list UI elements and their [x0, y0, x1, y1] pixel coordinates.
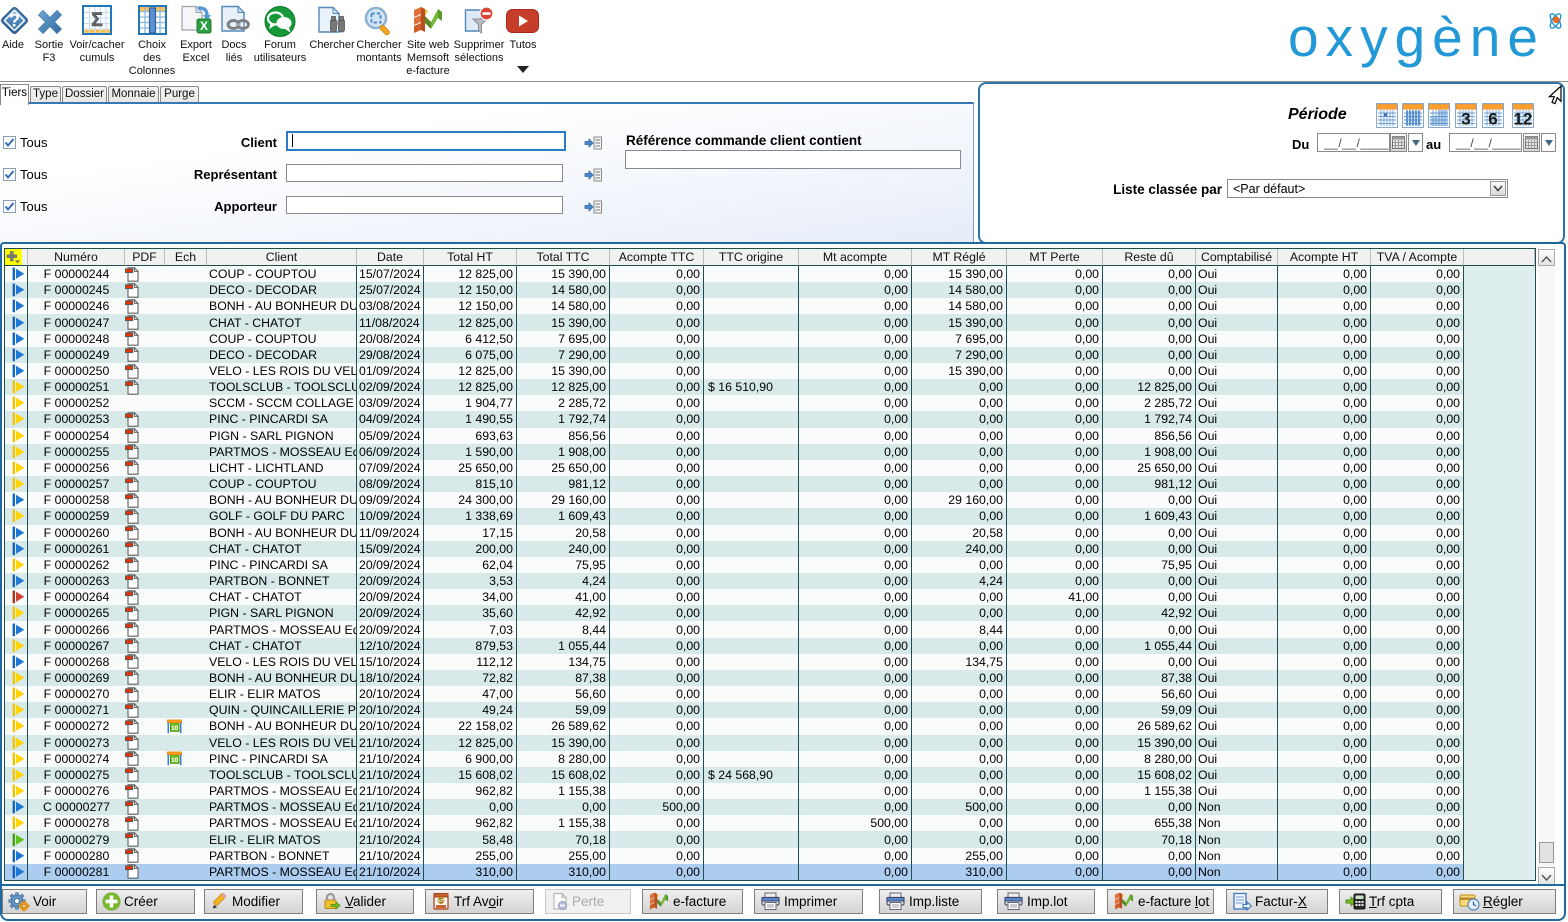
svg-text:3: 3 [1461, 110, 1470, 129]
svg-text:$: $ [439, 898, 443, 905]
svg-text:10: 10 [171, 757, 179, 764]
svg-text:12: 12 [1514, 110, 1533, 129]
svg-text:?: ? [9, 11, 20, 31]
svg-text:6: 6 [1488, 110, 1497, 129]
svg-text:X: X [200, 19, 208, 33]
svg-text:10: 10 [171, 725, 179, 732]
svg-text:Σ: Σ [91, 10, 102, 31]
